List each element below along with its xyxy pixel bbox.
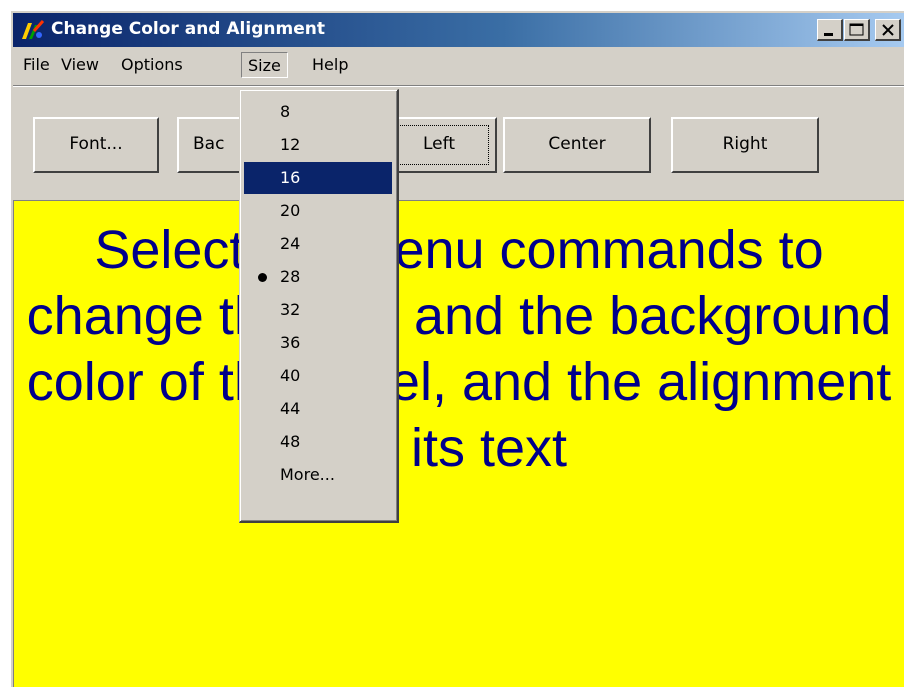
label-text: Select the menu commands to change the f…: [26, 220, 892, 478]
size-option-36[interactable]: 36: [244, 327, 392, 359]
size-option-16[interactable]: 16: [244, 162, 392, 194]
maximize-button[interactable]: [844, 19, 870, 41]
size-option-24[interactable]: 24: [244, 228, 392, 260]
menu-help[interactable]: Help: [306, 52, 354, 78]
size-option-20[interactable]: 20: [244, 195, 392, 227]
size-option-40[interactable]: 40: [244, 360, 392, 392]
menu-file[interactable]: File: [17, 52, 56, 78]
window-title: Change Color and Alignment: [51, 19, 325, 39]
menu-view[interactable]: View: [55, 52, 105, 78]
display-label: Select the menu commands to change the f…: [13, 200, 904, 687]
center-button-label: Center: [548, 134, 606, 154]
app-icon: [19, 19, 45, 41]
right-button-label: Right: [722, 134, 768, 154]
menu-options[interactable]: Options: [115, 52, 189, 78]
center-button[interactable]: Center: [503, 117, 651, 173]
size-option-8[interactable]: 8: [244, 96, 392, 128]
right-button[interactable]: Right: [671, 117, 819, 173]
size-option-48[interactable]: 48: [244, 426, 392, 458]
app-window: Change Color and Alignment File View Opt…: [10, 10, 904, 687]
minimize-icon: [824, 33, 833, 36]
background-button-label: Bac: [193, 134, 225, 154]
size-option-28[interactable]: 28: [244, 261, 392, 293]
size-option-12[interactable]: 12: [244, 129, 392, 161]
close-icon: [882, 24, 894, 36]
close-button[interactable]: [875, 19, 901, 41]
maximize-icon: [849, 23, 864, 36]
size-option-32[interactable]: 32: [244, 294, 392, 326]
size-option-28-label: 28: [280, 267, 301, 286]
menu-bar: File View Options Size Help: [13, 49, 904, 81]
radio-check-icon: [258, 273, 267, 282]
left-button-label: Left: [423, 134, 455, 154]
size-option-more[interactable]: More...: [244, 459, 392, 491]
minimize-button[interactable]: [817, 19, 843, 41]
title-bar[interactable]: Change Color and Alignment: [13, 13, 904, 47]
font-button-label: Font...: [69, 134, 123, 154]
size-option-44[interactable]: 44: [244, 393, 392, 425]
font-button[interactable]: Font...: [33, 117, 159, 173]
menu-separator: [13, 85, 904, 87]
menu-size[interactable]: Size: [241, 52, 288, 78]
size-dropdown-menu: 8 12 16 20 24 28 32 36 40 44 48 More...: [239, 89, 399, 523]
